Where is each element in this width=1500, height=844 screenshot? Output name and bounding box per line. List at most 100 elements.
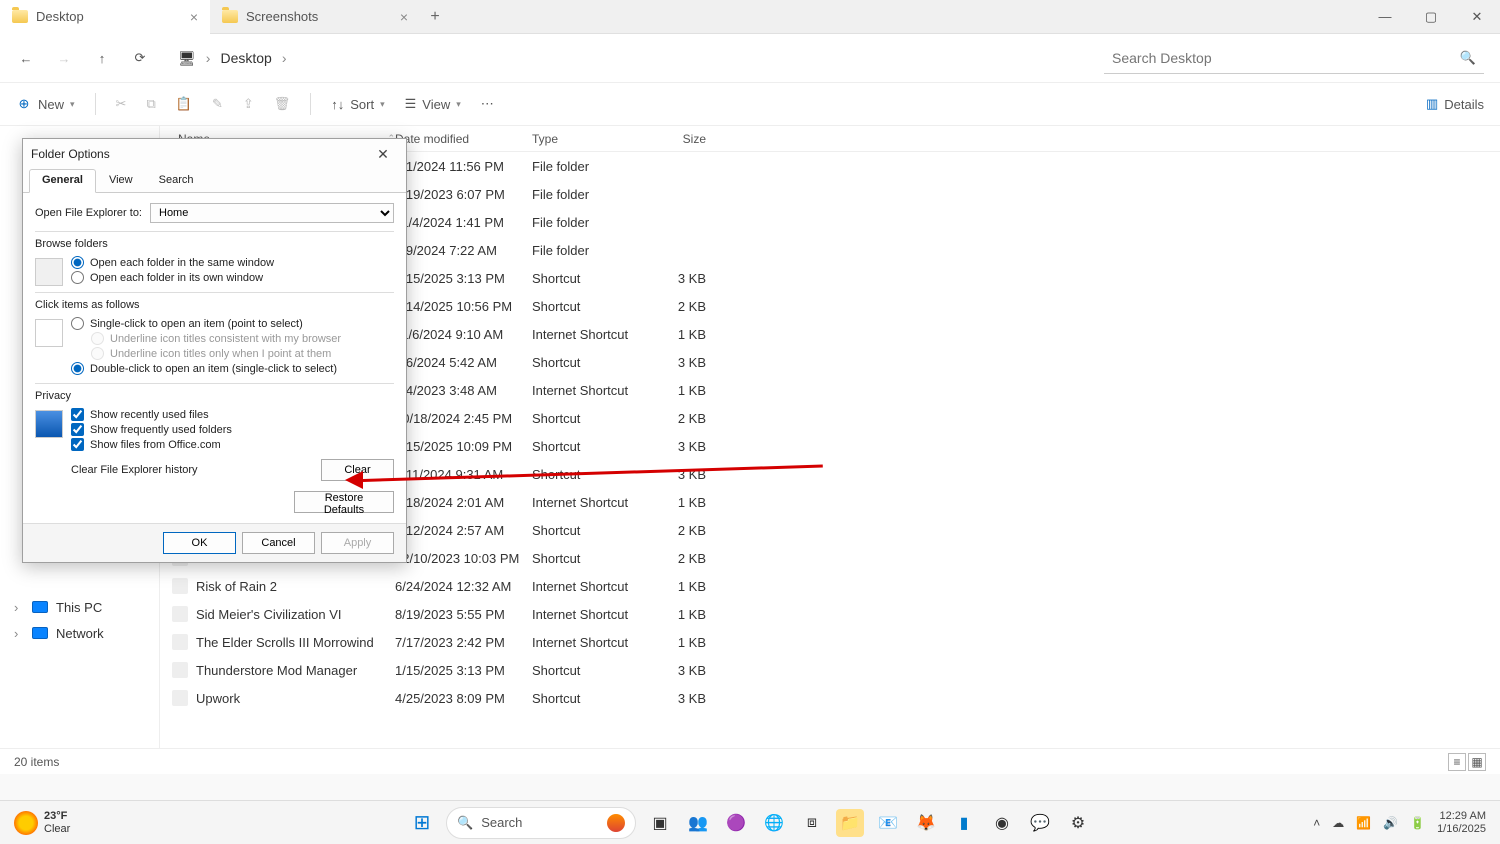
tab-desktop[interactable]: Desktop ×	[0, 0, 210, 34]
status-bar: 20 items ≡ ▦	[0, 748, 1500, 774]
file-date: 11/6/2024 9:10 AM	[395, 327, 532, 342]
breadcrumb[interactable]: Desktop	[220, 50, 271, 66]
back-button[interactable]: ←	[16, 51, 36, 66]
clear-button[interactable]: Clear	[321, 459, 394, 481]
tab-screenshots[interactable]: Screenshots ×	[210, 0, 420, 34]
tray-chevron-icon[interactable]: ˄	[1313, 816, 1320, 830]
address-bar[interactable]: 🖥 › Desktop ›	[178, 50, 286, 67]
radio-single-click[interactable]: Single-click to open an item (point to s…	[71, 317, 394, 330]
chat-icon[interactable]: 💬	[1026, 809, 1054, 837]
more-button[interactable]: ⋯	[481, 96, 494, 112]
open-explorer-select[interactable]: Home	[150, 203, 394, 223]
chevron-right-icon[interactable]: ›	[282, 50, 287, 66]
paste-button[interactable]: 📋	[176, 96, 192, 112]
radio-underline-browser: Underline icon titles consistent with my…	[71, 332, 394, 345]
view-button[interactable]: ☰ View ▾	[405, 96, 461, 112]
file-type: Internet Shortcut	[532, 579, 644, 594]
apply-button[interactable]: Apply	[321, 532, 394, 554]
close-icon[interactable]: ×	[190, 9, 198, 25]
tree-this-pc[interactable]: › This PC	[0, 594, 159, 620]
copilot-icon[interactable]: 🟣	[722, 809, 750, 837]
new-tab-button[interactable]: +	[420, 8, 450, 26]
battery-icon[interactable]: 🔋	[1410, 816, 1425, 830]
ok-button[interactable]: OK	[163, 532, 236, 554]
col-size[interactable]: Size	[644, 132, 714, 146]
search-icon[interactable]: 🔍	[1460, 50, 1476, 66]
firefox-icon[interactable]: 🦊	[912, 809, 940, 837]
close-window-button[interactable]: ✕	[1454, 0, 1500, 34]
task-view-button[interactable]: ▣	[646, 809, 674, 837]
forward-button[interactable]: →	[54, 51, 74, 66]
check-recent-files[interactable]: Show recently used files	[71, 408, 394, 421]
volume-icon[interactable]: 🔊	[1383, 816, 1398, 830]
tab-label: Desktop	[36, 9, 84, 24]
file-size: 1 KB	[644, 495, 714, 510]
col-date[interactable]: Date modified	[395, 132, 532, 146]
restore-defaults-button[interactable]: Restore Defaults	[294, 491, 394, 513]
radio-same-window[interactable]: Open each folder in the same window	[71, 256, 394, 269]
table-row[interactable]: Risk of Rain 26/24/2024 12:32 AMInternet…	[160, 572, 1500, 600]
taskbar[interactable]: 23°F Clear ⊞ 🔍 Search ▣ 👥 🟣 🌐 ⧈ 📁 📧 🦊 ▮ …	[0, 800, 1500, 844]
cancel-button[interactable]: Cancel	[242, 532, 315, 554]
onedrive-icon[interactable]: ☁	[1332, 816, 1344, 830]
ellipsis-icon: ⋯	[481, 96, 494, 112]
check-frequent-folders[interactable]: Show frequently used folders	[71, 423, 394, 436]
clock[interactable]: 12:29 AM 1/16/2025	[1437, 810, 1486, 834]
teams-icon[interactable]: 👥	[684, 809, 712, 837]
copy-button[interactable]: ⧉	[146, 96, 155, 112]
table-row[interactable]: Sid Meier's Civilization VI8/19/2023 5:5…	[160, 600, 1500, 628]
file-size: 3 KB	[644, 355, 714, 370]
start-button[interactable]: ⊞	[408, 809, 436, 837]
file-size: 2 KB	[644, 523, 714, 538]
rename-button[interactable]: ✎	[212, 96, 223, 112]
weather-temp: 23°F	[44, 810, 70, 822]
new-button[interactable]: ⊕ New ▾	[16, 96, 75, 112]
dialog-close-button[interactable]: ✕	[368, 146, 398, 163]
table-row[interactable]: The Elder Scrolls III Morrowind7/17/2023…	[160, 628, 1500, 656]
details-pane-button[interactable]: ▥ Details	[1426, 96, 1484, 112]
chrome-icon[interactable]: ◉	[988, 809, 1016, 837]
up-button[interactable]: ↑	[92, 51, 112, 66]
tab-search[interactable]: Search	[146, 169, 207, 192]
minimize-button[interactable]: —	[1362, 0, 1408, 34]
file-date: 9/11/2024 9:31 AM	[395, 467, 532, 482]
tree-network[interactable]: › Network	[0, 620, 159, 646]
check-office-files[interactable]: Show files from Office.com	[71, 438, 394, 451]
sort-button[interactable]: ↑↓ Sort ▾	[331, 97, 384, 112]
table-row[interactable]: Upwork4/25/2023 8:09 PMShortcut3 KB	[160, 684, 1500, 712]
search-box[interactable]: 🔍	[1104, 42, 1484, 74]
tab-view[interactable]: View	[96, 169, 146, 192]
maximize-button[interactable]: ▢	[1408, 0, 1454, 34]
delete-button[interactable]: 🗑	[274, 96, 291, 112]
close-icon[interactable]: ×	[400, 9, 408, 25]
explorer-icon[interactable]: 📁	[836, 809, 864, 837]
share-button[interactable]: ⇪	[243, 96, 254, 112]
file-size: 1 KB	[644, 579, 714, 594]
radio-double-click[interactable]: Double-click to open an item (single-cli…	[71, 362, 394, 375]
cut-button[interactable]: ✂	[116, 96, 127, 112]
grid-view-toggle[interactable]: ▦	[1468, 753, 1486, 771]
weather-widget[interactable]: 23°F Clear	[0, 810, 70, 834]
tab-general[interactable]: General	[29, 169, 96, 193]
file-date: 10/18/2024 2:45 PM	[395, 411, 532, 426]
radio-underline-point: Underline icon titles only when I point …	[71, 347, 394, 360]
col-type[interactable]: Type	[532, 132, 644, 146]
refresh-button[interactable]: ⟳	[130, 50, 150, 66]
chevron-right-icon[interactable]: ›	[14, 626, 24, 641]
chevron-right-icon[interactable]: ›	[14, 600, 24, 615]
edge-icon[interactable]: 🌐	[760, 809, 788, 837]
file-date: 6/24/2024 12:32 AM	[395, 579, 532, 594]
outlook-icon[interactable]: 📧	[874, 809, 902, 837]
radio-own-window[interactable]: Open each folder in its own window	[71, 271, 394, 284]
file-type: File folder	[532, 159, 644, 174]
wifi-icon[interactable]: 📶	[1356, 816, 1371, 830]
settings-icon[interactable]: ⚙	[1064, 809, 1092, 837]
details-view-toggle[interactable]: ≡	[1448, 753, 1466, 771]
share-icon: ⇪	[243, 96, 254, 112]
table-row[interactable]: Thunderstore Mod Manager1/15/2025 3:13 P…	[160, 656, 1500, 684]
taskbar-search[interactable]: 🔍 Search	[446, 807, 636, 839]
file-size: 1 KB	[644, 383, 714, 398]
vscode-icon[interactable]: ▮	[950, 809, 978, 837]
search-input[interactable]	[1112, 50, 1460, 66]
dropbox-icon[interactable]: ⧈	[798, 809, 826, 837]
